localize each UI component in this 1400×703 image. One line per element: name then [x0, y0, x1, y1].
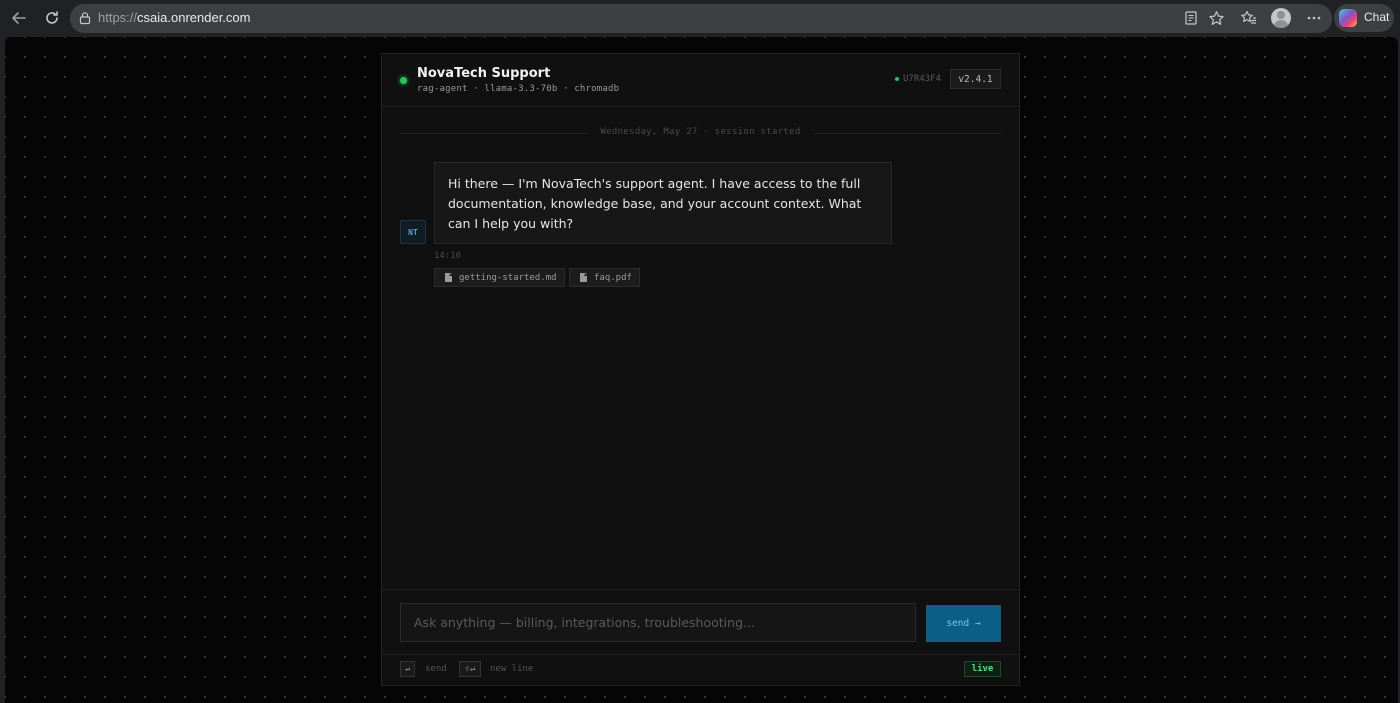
chat-panel: NovaTech Support rag-agent · llama-3.3-7… — [381, 53, 1020, 686]
session-divider-label: Wednesday, May 27 · session started — [600, 127, 801, 137]
page-title: NovaTech Support — [417, 66, 551, 81]
url-scheme: https:// — [98, 10, 138, 25]
profile-avatar[interactable] — [1271, 8, 1291, 28]
reading-view-icon[interactable] — [1181, 8, 1201, 28]
agent-message: Hi there — I'm NovaTech's support agent.… — [434, 162, 892, 244]
copilot-icon — [1339, 9, 1357, 27]
send-button[interactable]: send → — [926, 605, 1001, 642]
address-bar[interactable]: https://csaia.onrender.com — [70, 4, 1332, 33]
lock-icon[interactable] — [78, 11, 92, 25]
agent-avatar: NT — [400, 220, 426, 244]
chat-button-label: Chat — [1364, 10, 1390, 24]
source-chip-label: getting-started.md — [459, 272, 557, 283]
source-chip-faq[interactable]: faq.pdf — [569, 268, 640, 287]
send-hint: send — [425, 664, 447, 674]
chat-header: NovaTech Support rag-agent · llama-3.3-7… — [382, 54, 1019, 107]
avatar — [1271, 8, 1291, 28]
agent-stack-subtitle: rag-agent · llama-3.3-70b · chromadb — [417, 84, 620, 94]
copilot-chat-button[interactable]: Chat — [1334, 4, 1394, 32]
version-badge: v2.4.1 — [950, 69, 1001, 89]
message-timestamp: 14:10 — [434, 251, 462, 261]
composer-footer: ↵ send ⇧↵ new line live — [382, 654, 1019, 686]
document-icon — [445, 273, 452, 282]
divider-line-left — [400, 133, 587, 134]
browser-toolbar: https://csaia.onrender.com Chat — [0, 0, 1400, 37]
page-viewport: NovaTech Support rag-agent · llama-3.3-7… — [5, 37, 1398, 703]
message-composer: send → — [382, 589, 1019, 654]
reload-icon[interactable] — [38, 4, 66, 32]
live-status-badge: live — [964, 661, 1001, 677]
divider-line-right — [814, 133, 1001, 134]
url-text[interactable]: https://csaia.onrender.com — [98, 10, 250, 25]
session-id-text: U7R43F4 — [903, 74, 941, 84]
favorites-icon[interactable] — [1239, 8, 1259, 28]
session-divider: Wednesday, May 27 · session started — [400, 126, 1001, 140]
shift-enter-key-hint-icon: ⇧↵ — [459, 661, 481, 677]
session-id: U7R43F4 — [895, 74, 941, 84]
online-status-icon — [400, 77, 407, 84]
more-options-icon[interactable] — [1304, 8, 1324, 28]
star-icon[interactable] — [1206, 8, 1226, 28]
session-status-icon — [895, 76, 899, 81]
newline-hint: new line — [490, 664, 534, 674]
document-icon — [580, 273, 587, 282]
source-chip-label: faq.pdf — [594, 272, 632, 283]
back-arrow-icon[interactable] — [5, 4, 33, 32]
url-host: csaia.onrender.com — [137, 10, 251, 25]
message-input[interactable] — [400, 603, 916, 642]
source-chip-getting-started[interactable]: getting-started.md — [434, 268, 565, 287]
enter-key-hint-icon: ↵ — [400, 661, 415, 677]
